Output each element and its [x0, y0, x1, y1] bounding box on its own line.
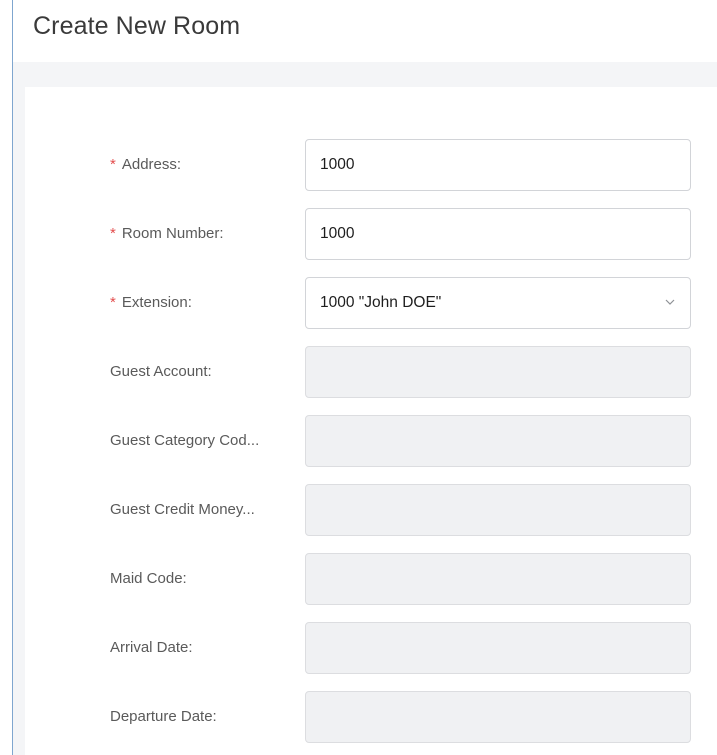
extension-selected-value: 1000 "John DOE"	[320, 294, 442, 311]
extension-label: Extension:	[110, 277, 302, 329]
guest-account-input[interactable]	[305, 346, 691, 398]
guest-credit-money-label: Guest Credit Money...	[110, 501, 255, 518]
departure-date-input[interactable]	[305, 691, 691, 743]
arrival-date-input[interactable]	[305, 622, 691, 674]
address-input[interactable]: 1000	[305, 139, 691, 191]
title-bar: Create New Room	[13, 0, 717, 62]
guest-category-code-input[interactable]	[305, 415, 691, 467]
extension-select[interactable]: 1000 "John DOE"	[305, 277, 691, 329]
room-number-input[interactable]: 1000	[305, 208, 691, 260]
guest-category-code-label: Guest Category Cod...	[110, 432, 260, 449]
maid-code-input[interactable]	[305, 553, 691, 605]
guest-account-label: Guest Account:	[110, 363, 212, 380]
room-number-label: Room Number:	[110, 208, 302, 260]
arrival-date-label: Arrival Date:	[110, 639, 193, 656]
guest-credit-money-input[interactable]	[305, 484, 691, 536]
departure-date-label: Departure Date:	[110, 708, 217, 725]
chevron-down-icon[interactable]	[664, 296, 676, 308]
address-label: Address:	[110, 139, 302, 191]
maid-code-label: Maid Code:	[110, 570, 187, 587]
page-title: Create New Room	[33, 12, 241, 40]
